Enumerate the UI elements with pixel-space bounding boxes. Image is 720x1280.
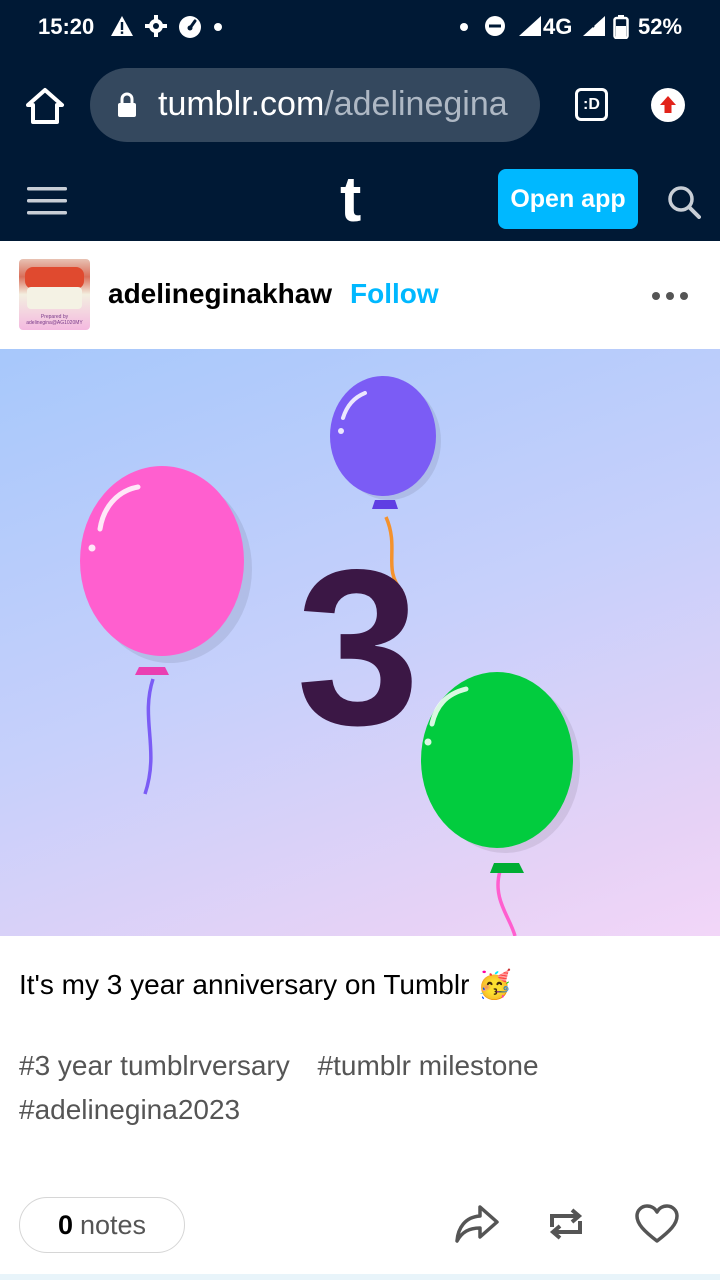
speedometer-icon xyxy=(179,16,201,38)
purple-balloon-knot xyxy=(372,500,398,509)
tag-link[interactable]: #tumblr milestone xyxy=(318,1050,539,1081)
menu-icon[interactable] xyxy=(27,187,67,215)
tag-link[interactable]: #3 year tumblrversary xyxy=(19,1050,290,1081)
lock-icon xyxy=(118,92,136,117)
notes-count: 0 xyxy=(57,1209,73,1240)
url-text: tumblr.com/adelinegina xyxy=(158,85,508,124)
url-path: /adelinegina xyxy=(324,85,508,123)
open-app-label: Open app xyxy=(510,184,626,213)
status-time: 15:20 xyxy=(38,14,95,39)
notes-button[interactable]: 0 notes xyxy=(19,1197,185,1253)
blog-name[interactable]: adelineginakhaw xyxy=(108,278,332,310)
next-post-divider xyxy=(0,1274,720,1280)
tab-switcher-button[interactable]: :D xyxy=(575,88,608,121)
post-tags: #3 year tumblrversary #tumblr milestone … xyxy=(19,1044,709,1132)
share-icon[interactable] xyxy=(454,1203,500,1245)
reblog-icon[interactable] xyxy=(546,1203,586,1245)
dot-icon xyxy=(460,23,468,31)
battery-icon xyxy=(613,15,629,39)
address-bar[interactable]: tumblr.com/adelinegina xyxy=(90,68,540,142)
notes-label: notes xyxy=(79,1209,147,1240)
follow-button[interactable]: Follow xyxy=(350,278,439,310)
green-balloon-string xyxy=(496,870,517,936)
post-image: 3 xyxy=(0,349,720,936)
green-balloon-knot xyxy=(490,863,524,873)
avatar-food xyxy=(25,267,84,289)
network-type: 4G xyxy=(543,14,573,39)
tumblr-logo[interactable]: t xyxy=(340,163,361,235)
heart-icon[interactable] xyxy=(634,1203,680,1245)
settings-gear-icon xyxy=(145,15,167,37)
tumblr-header: t Open app xyxy=(0,158,720,241)
status-bar: 15:20 4G 52% xyxy=(0,0,720,54)
anniversary-illustration: 3 xyxy=(80,376,580,936)
anniversary-number: 3 xyxy=(296,524,419,772)
tab-switcher-label: :D xyxy=(583,95,600,113)
search-icon[interactable] xyxy=(667,185,701,219)
pink-balloon-knot xyxy=(135,667,169,675)
post-caption: It's my 3 year anniversary on Tumblr 🥳 xyxy=(19,969,513,1000)
signal-secondary-icon xyxy=(583,16,605,36)
purple-balloon xyxy=(330,376,436,496)
pink-balloon xyxy=(80,466,244,656)
do-not-disturb-icon xyxy=(485,16,505,36)
open-app-button[interactable]: Open app xyxy=(498,169,638,229)
notification-dot-icon xyxy=(214,23,222,31)
warning-icon xyxy=(111,16,133,36)
avatar-caption: Prepared by adelinegina@AG1020MY xyxy=(26,314,83,326)
signal-icon xyxy=(519,16,541,36)
post-header: Prepared by adelinegina@AG1020MY adeline… xyxy=(0,241,720,349)
battery-percent: 52% xyxy=(638,14,683,39)
tag-link[interactable]: #adelinegina2023 xyxy=(19,1094,240,1125)
url-domain: tumblr.com xyxy=(158,85,325,123)
browser-toolbar: tumblr.com/adelinegina :D xyxy=(0,54,720,158)
pink-balloon-string xyxy=(143,678,155,795)
home-icon[interactable] xyxy=(25,87,65,125)
more-dots-icon[interactable] xyxy=(651,291,689,301)
upload-icon[interactable] xyxy=(651,88,685,122)
avatar-bowl xyxy=(27,287,82,309)
avatar[interactable]: Prepared by adelinegina@AG1020MY xyxy=(19,259,90,330)
